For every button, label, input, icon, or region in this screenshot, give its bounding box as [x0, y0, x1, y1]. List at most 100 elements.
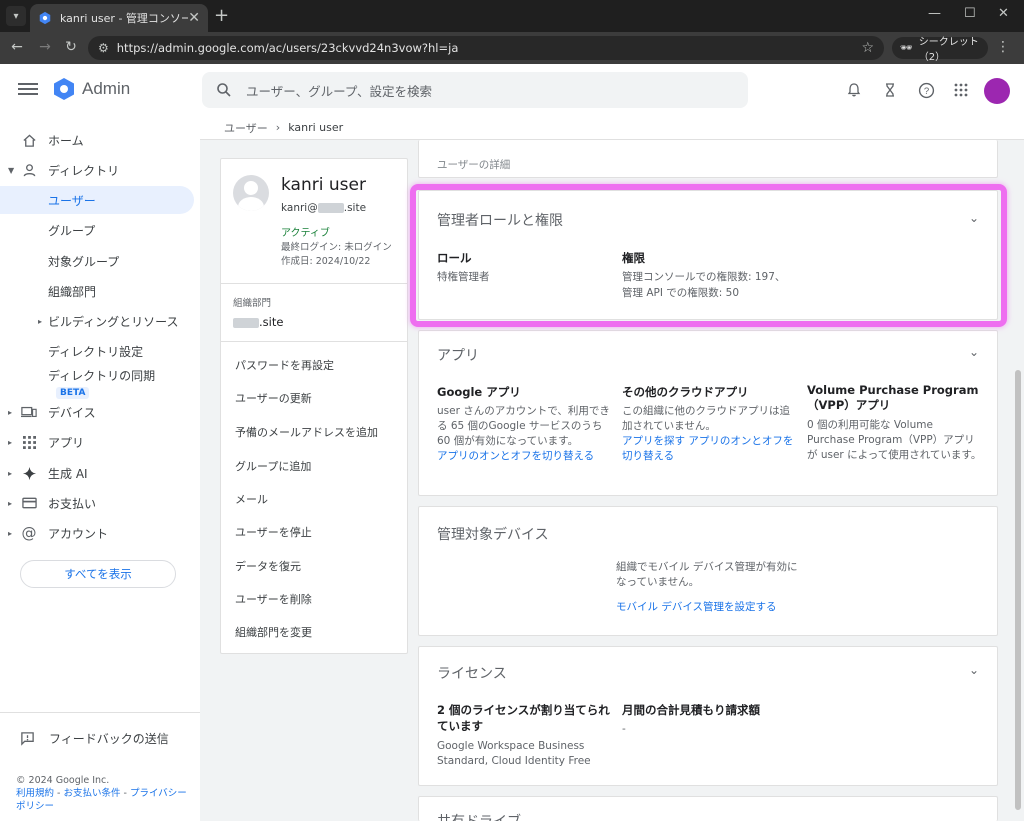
sidebar-item-home[interactable]: ホーム — [0, 126, 194, 154]
browser-menu-icon[interactable]: ⋮ — [996, 39, 1010, 55]
search-icon — [217, 83, 231, 97]
sidebar-item-billing[interactable]: ▸ お支払い — [0, 489, 194, 517]
sidebar-footer: © 2024 Google Inc. 利用規約 - お支払い条件 - プライバシ… — [16, 774, 192, 813]
sidebar-item-org-units[interactable]: 組織部門 — [0, 277, 194, 305]
sidebar-item-directory-settings[interactable]: ディレクトリ設定 — [0, 337, 194, 365]
apps-panel[interactable]: アプリ ⌄ Google アプリ user さんのアカウントで、利用できる 65… — [418, 330, 998, 496]
sidebar-item-directory-sync[interactable]: ディレクトリの同期 BETA — [0, 367, 194, 399]
site-info-icon[interactable]: ⚙ — [98, 41, 109, 55]
setup-mdm-link[interactable]: モバイル デバイス管理を設定する — [616, 600, 777, 615]
person-icon — [20, 161, 38, 179]
send-feedback-link[interactable]: フィードバックの送信 — [20, 730, 169, 747]
search-input[interactable]: ユーザー、グループ、設定を検索 — [202, 72, 748, 108]
notifications-bell-icon[interactable] — [844, 80, 864, 100]
chevron-down-icon[interactable]: ⌄ — [969, 211, 979, 225]
sidebar-item-target-groups[interactable]: 対象グループ — [0, 247, 194, 275]
back-button[interactable]: ← — [8, 39, 26, 55]
billing-terms-link[interactable]: お支払い条件 — [63, 788, 120, 799]
managed-devices-panel[interactable]: 管理対象デバイス 組織でモバイル デバイス管理が有効になっていません。 モバイル… — [418, 506, 998, 636]
restore-data-button[interactable]: データを復元 — [235, 558, 301, 574]
divider — [221, 341, 407, 342]
chevron-down-icon[interactable]: ⌄ — [969, 663, 979, 677]
sidebar-item-apps[interactable]: ▸ アプリ — [0, 428, 194, 456]
email-prefix: kanri@ — [281, 202, 318, 214]
user-details-link[interactable]: ユーザーの詳細 — [437, 157, 510, 172]
divider — [221, 283, 407, 284]
sidebar-item-directory[interactable]: ▼ ディレクトリ — [0, 156, 194, 184]
app-header: Admin ユーザー、グループ、設定を検索 ? — [0, 64, 1024, 116]
privacy-link[interactable]: プライバシー — [130, 788, 187, 799]
show-all-button[interactable]: すべてを表示 — [20, 560, 176, 588]
google-apps-text: user さんのアカウントで、利用できる 65 個のGoogle サービスのうち… — [437, 405, 610, 447]
find-apps-link[interactable]: アプリを探す アプリのオンとオフを切り替える — [622, 434, 798, 464]
tab-close-icon[interactable]: ✕ — [188, 10, 200, 26]
feedback-icon — [21, 732, 34, 746]
change-org-unit-button[interactable]: 組織部門を変更 — [235, 624, 312, 640]
tasks-hourglass-icon[interactable] — [880, 80, 900, 100]
role-header: ロール — [437, 251, 472, 265]
suspend-user-button[interactable]: ユーザーを停止 — [235, 524, 312, 540]
policy-link[interactable]: ポリシー — [16, 801, 54, 812]
privileges-line-1: 管理コンソールでの権限数: 197、 — [622, 271, 786, 283]
sidebar-item-groups[interactable]: グループ — [0, 216, 194, 244]
chevron-down-icon[interactable]: ⌄ — [969, 345, 979, 359]
sidebar-item-users[interactable]: ユーザー — [0, 186, 194, 214]
update-user-button[interactable]: ユーザーの更新 — [235, 390, 312, 406]
created-date: 作成日: 2024/10/22 — [281, 256, 371, 267]
browser-toolbar: ← → ↻ ⚙ https://admin.google.com/ac/user… — [0, 32, 1024, 64]
redacted-block — [317, 203, 344, 213]
reset-password-button[interactable]: パスワードを再設定 — [235, 357, 334, 373]
toggle-apps-link[interactable]: アプリのオンとオフを切り替える — [437, 449, 611, 464]
redacted-block — [233, 317, 259, 328]
browser-tab[interactable]: kanri user - 管理コンソール ✕ — [30, 4, 208, 32]
google-apps-title: Google アプリ — [437, 385, 521, 399]
sidebar-item-account[interactable]: ▸ @ アカウント — [0, 519, 194, 547]
incognito-indicator[interactable]: 🕶 シークレット（2） — [892, 37, 988, 63]
user-email: kanri@ .site — [281, 202, 366, 214]
licenses-panel[interactable]: ライセンス ⌄ 2 個のライセンスが割り当てられています Google Work… — [418, 646, 998, 786]
incognito-label: シークレット（2） — [918, 37, 979, 63]
add-alternate-email-button[interactable]: 予備のメールアドレスを追加 — [235, 424, 378, 440]
admin-roles-panel[interactable]: 管理者ロールと権限 ⌄ ロール 特権管理者 権限 管理コンソールでの権限数: 1… — [418, 190, 998, 320]
bookmark-star-icon[interactable]: ☆ — [861, 40, 874, 56]
help-icon[interactable]: ? — [916, 80, 936, 100]
cloud-apps-title: その他のクラウドアプリ — [622, 385, 749, 399]
org-unit-value: .site — [233, 315, 283, 329]
forward-button[interactable]: → — [36, 39, 54, 55]
user-details-panel[interactable]: ユーザーの詳細 — [418, 140, 998, 178]
privileges-line-2: 管理 API での権限数: 50 — [622, 287, 740, 299]
new-tab-button[interactable]: + — [214, 5, 229, 26]
email-button[interactable]: メール — [235, 491, 268, 507]
admin-logo[interactable]: Admin — [52, 77, 130, 101]
managed-devices-title: 管理対象デバイス — [437, 527, 549, 543]
shared-drives-panel[interactable]: 共有ドライブ — [418, 796, 998, 821]
vpp-text: 0 個の利用可能な Volume Purchase Program（VPP）アプ… — [807, 419, 982, 461]
main-menu-icon[interactable] — [18, 80, 38, 100]
tab-search-button[interactable]: ▾ — [6, 6, 26, 26]
sidebar-item-buildings[interactable]: ▸ ビルディングとリソース — [0, 307, 194, 335]
add-to-group-button[interactable]: グループに追加 — [235, 458, 311, 474]
terms-link[interactable]: 利用規約 — [16, 788, 54, 799]
org-unit-suffix: .site — [259, 315, 284, 329]
minimize-button[interactable]: — — [928, 6, 941, 21]
sidebar-item-label: ディレクトリの同期 BETA — [48, 367, 194, 399]
caret-right-icon: ▸ — [38, 316, 43, 326]
sidebar-item-label: 対象グループ — [48, 254, 120, 269]
admin-favicon-icon — [39, 11, 51, 25]
account-avatar[interactable] — [984, 78, 1010, 104]
apps-title: アプリ — [437, 348, 479, 364]
caret-right-icon: ▸ — [8, 528, 13, 538]
scrollbar-thumb[interactable] — [1015, 370, 1021, 810]
last-login: 最終ログイン: 未ログイン — [281, 242, 392, 253]
breadcrumb-users-link[interactable]: ユーザー — [224, 120, 268, 136]
sidebar-item-devices[interactable]: ▸ デバイス — [0, 398, 194, 426]
sidebar-item-label: ユーザー — [48, 193, 96, 208]
reload-button[interactable]: ↻ — [62, 39, 80, 55]
close-window-button[interactable]: ✕ — [998, 6, 1009, 21]
delete-user-button[interactable]: ユーザーを削除 — [235, 591, 312, 607]
maximize-button[interactable]: ☐ — [964, 6, 976, 21]
address-bar[interactable]: ⚙ https://admin.google.com/ac/users/23ck… — [88, 36, 884, 60]
apps-launcher-icon[interactable] — [951, 80, 971, 100]
sidebar-item-generative-ai[interactable]: ▸ 生成 AI — [0, 459, 194, 487]
caret-right-icon: ▸ — [8, 407, 13, 417]
